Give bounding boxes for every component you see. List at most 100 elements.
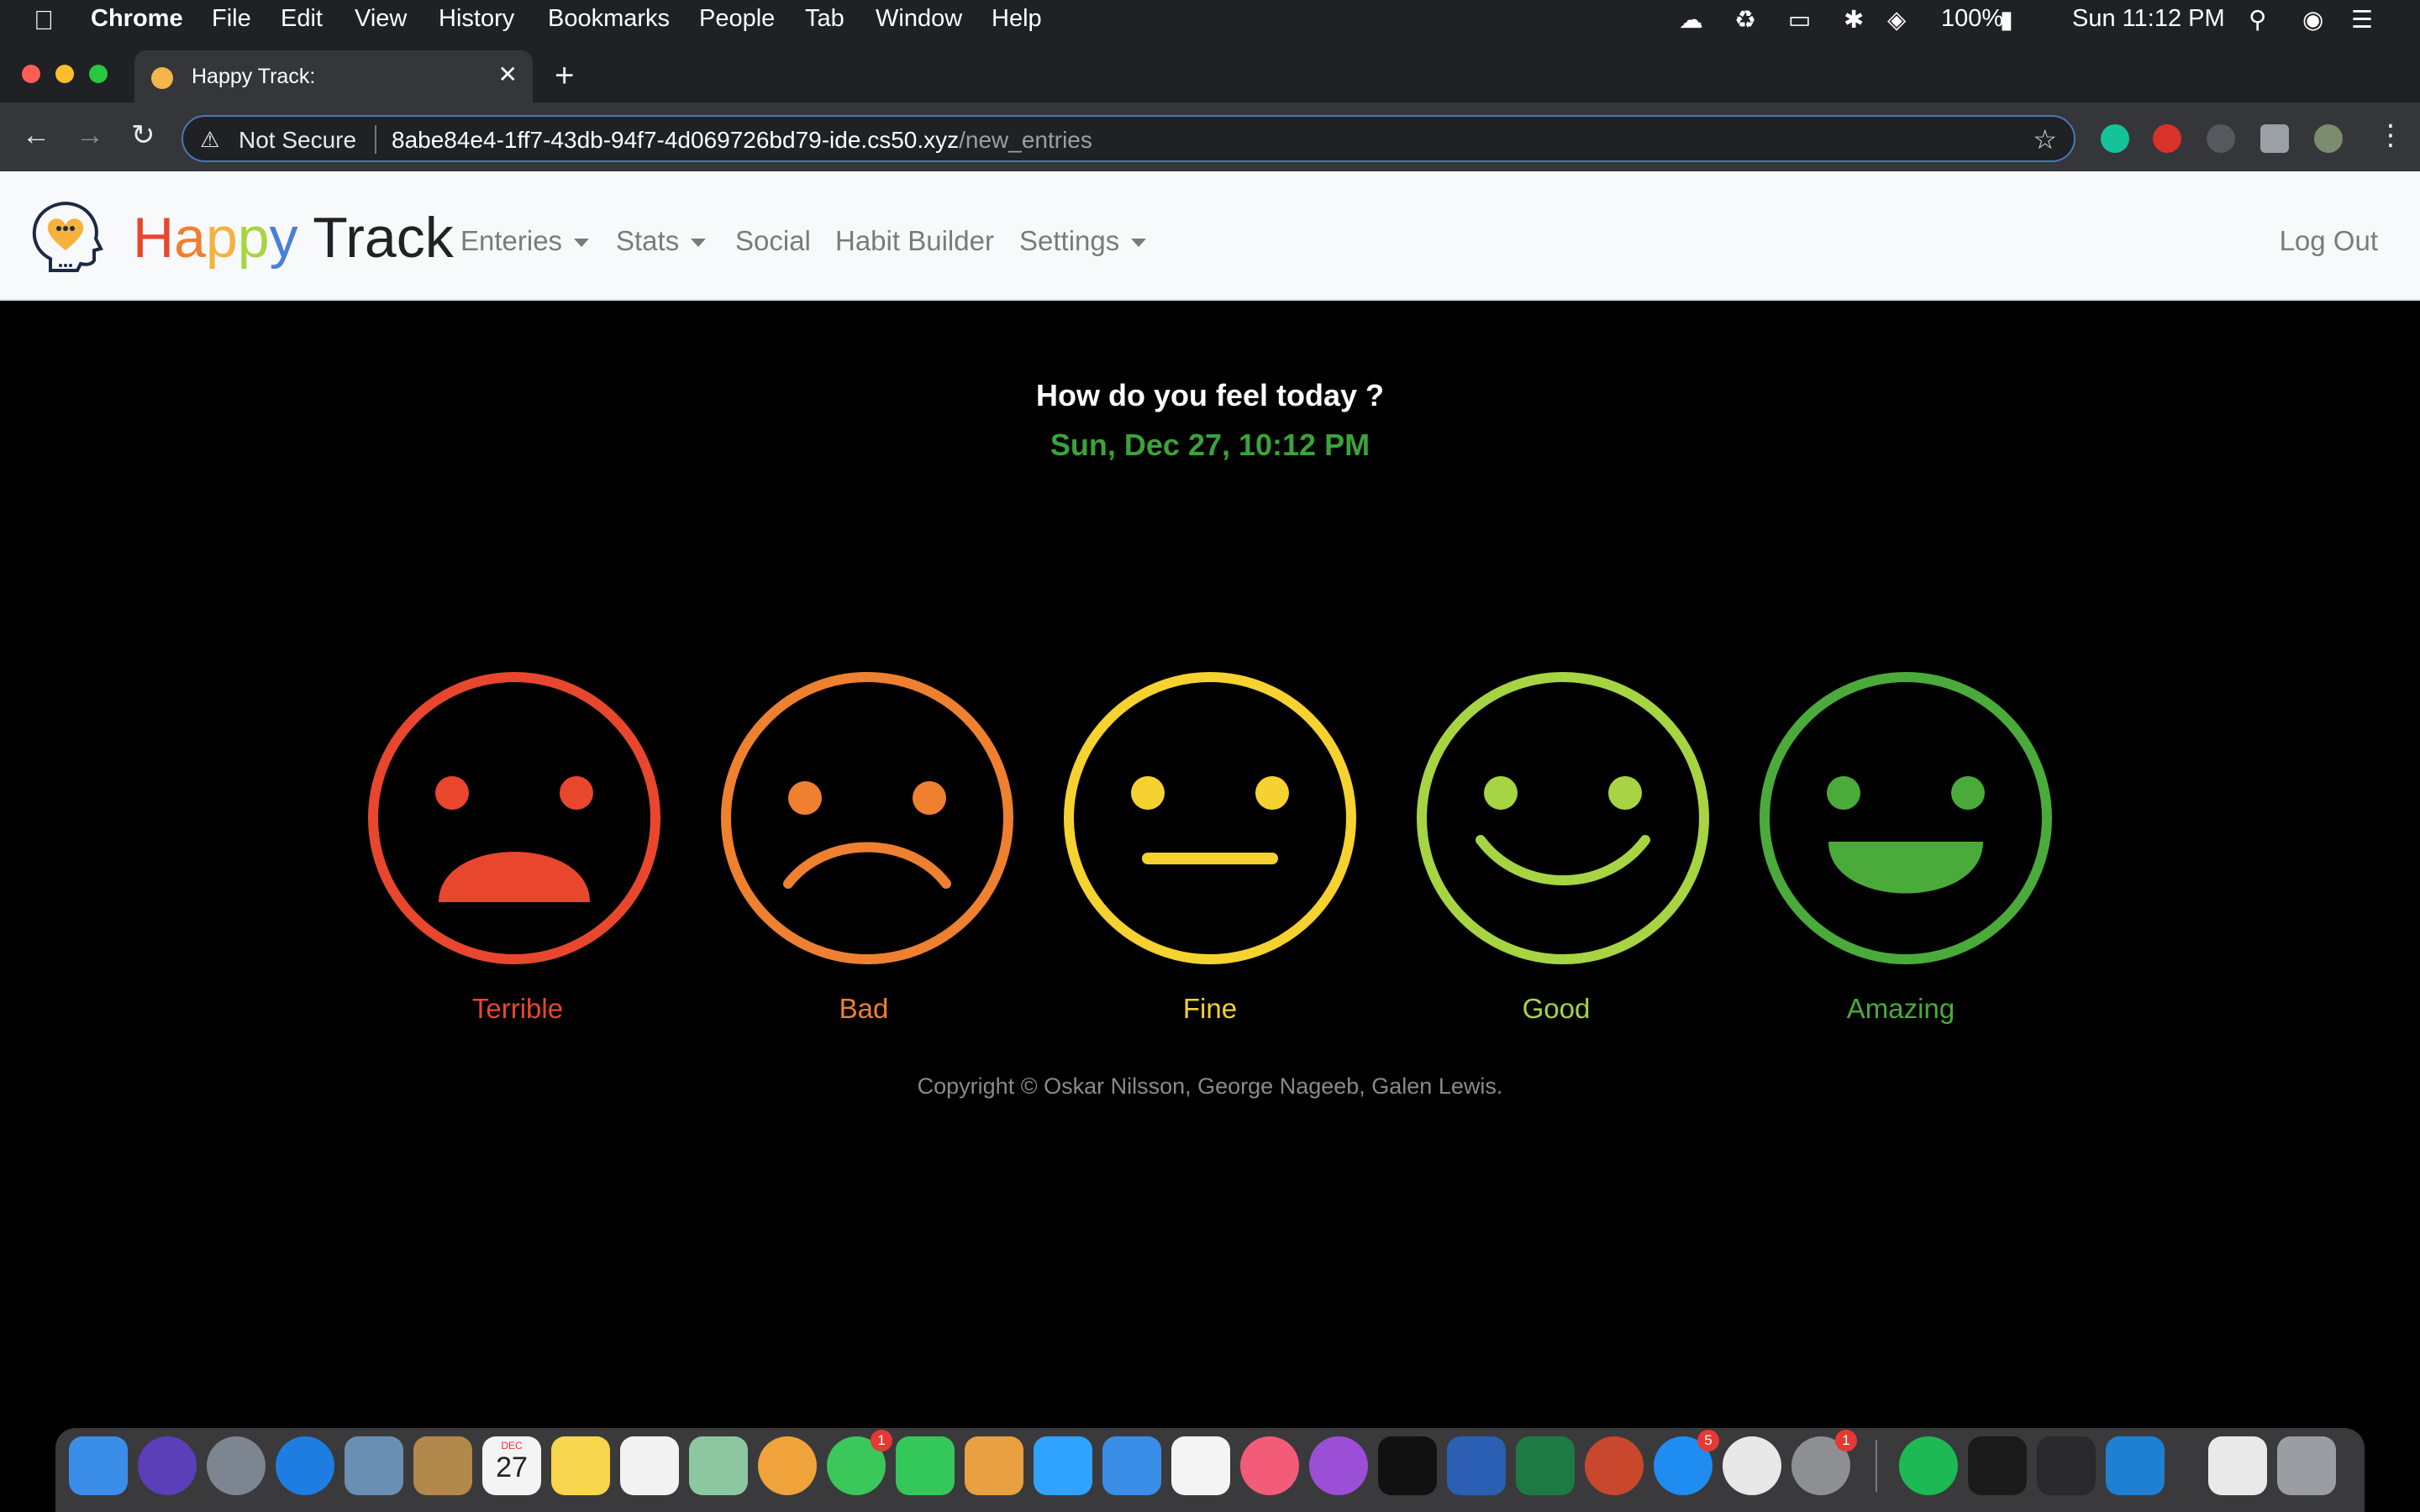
- acrobat-icon[interactable]: [2037, 1436, 2096, 1495]
- url-path: /new_entries: [959, 127, 1092, 153]
- finder-icon[interactable]: [69, 1436, 128, 1495]
- copyright-footer: Copyright © Oskar Nilsson, George Nageeb…: [917, 1074, 1503, 1099]
- podcasts-icon[interactable]: [1309, 1436, 1368, 1495]
- reload-button[interactable]: ↻: [131, 121, 155, 150]
- url-text[interactable]: 8abe84e4-1ff7-43db-94f7-4d069726bd79-ide…: [392, 127, 1092, 154]
- mood-label-fine[interactable]: Fine: [1042, 993, 1378, 1025]
- siri-app-icon[interactable]: [138, 1436, 197, 1495]
- entry-datetime: Sun, Dec 27, 10:12 PM: [1050, 428, 1370, 462]
- trash-icon[interactable]: [2277, 1436, 2336, 1495]
- nav-entries-dropdown[interactable]: Enteries: [460, 225, 590, 257]
- site-navbar: Happy Track Enteries Stats Social Habit …: [0, 171, 2420, 301]
- dropdown-caret-icon: [574, 239, 590, 248]
- amazing-face-icon[interactable]: [1754, 667, 2057, 969]
- nav-settings-dropdown[interactable]: Settings: [1019, 225, 1147, 257]
- menu-app-name[interactable]: Chrome: [91, 5, 183, 33]
- facetime-icon[interactable]: [896, 1436, 955, 1495]
- apple-tv-icon[interactable]: [1378, 1436, 1437, 1495]
- menu-people[interactable]: People: [699, 5, 775, 33]
- nav-habit-builder-link[interactable]: Habit Builder: [835, 225, 994, 257]
- address-bar[interactable]: ⚠ Not Secure 8abe84e4-1ff7-43db-94f7-4d0…: [182, 115, 2075, 162]
- new-tab-button[interactable]: +: [555, 59, 574, 92]
- notes-icon[interactable]: [551, 1436, 610, 1495]
- vscode-icon[interactable]: [2106, 1436, 2165, 1495]
- window-close-button[interactable]: [22, 65, 40, 83]
- photos-icon[interactable]: [758, 1436, 817, 1495]
- notification-center-icon[interactable]: ☰: [2351, 5, 2373, 34]
- good-face-icon[interactable]: [1412, 667, 1714, 969]
- shield-extension-icon[interactable]: [2207, 124, 2235, 153]
- fine-face-icon[interactable]: [1059, 667, 1361, 969]
- safari-icon[interactable]: [276, 1436, 334, 1495]
- system-preferences-badge: 1: [1835, 1430, 1857, 1452]
- menu-bookmarks[interactable]: Bookmarks: [548, 5, 670, 33]
- logout-link[interactable]: Log Out: [2280, 225, 2378, 257]
- maps-icon[interactable]: [689, 1436, 748, 1495]
- terrible-face-icon[interactable]: [363, 667, 666, 969]
- mood-label-terrible[interactable]: Terrible: [350, 993, 686, 1025]
- tab-close-icon[interactable]: ✕: [498, 60, 518, 88]
- nav-habit-builder-label: Habit Builder: [835, 225, 994, 256]
- apple-menu-icon[interactable]: : [34, 5, 54, 36]
- reminders-icon[interactable]: [620, 1436, 679, 1495]
- security-status[interactable]: Not Secure: [239, 127, 356, 154]
- menu-help[interactable]: Help: [992, 5, 1042, 33]
- bad-face-icon[interactable]: [716, 667, 1018, 969]
- window-zoom-button[interactable]: [89, 65, 108, 83]
- browser-tab[interactable]: Happy Track: ✕: [134, 50, 533, 102]
- mail-icon[interactable]: [345, 1436, 403, 1495]
- adblock-extension-icon[interactable]: [2153, 124, 2181, 153]
- wifi-icon[interactable]: ◈: [1887, 5, 1906, 34]
- menu-history[interactable]: History: [439, 5, 514, 33]
- happy-track-logo-icon[interactable]: [25, 197, 106, 277]
- menu-clock[interactable]: Sun 11:12 PM: [2072, 5, 2225, 33]
- menu-view[interactable]: View: [355, 5, 407, 33]
- pages-icon[interactable]: [965, 1436, 1023, 1495]
- spotlight-search-icon[interactable]: ⚲: [2249, 5, 2266, 34]
- mood-label-bad[interactable]: Bad: [696, 993, 1032, 1025]
- grammarly-extension-icon[interactable]: [2101, 124, 2129, 153]
- profile-avatar[interactable]: [2314, 124, 2343, 153]
- archive-file-icon[interactable]: [2208, 1436, 2267, 1495]
- extensions-puzzle-icon[interactable]: [2260, 124, 2289, 153]
- excel-icon[interactable]: [1516, 1436, 1575, 1495]
- news-icon[interactable]: [1171, 1436, 1230, 1495]
- menu-tab[interactable]: Tab: [805, 5, 844, 33]
- keynote-icon[interactable]: [1102, 1436, 1161, 1495]
- chrome-icon[interactable]: [1723, 1436, 1781, 1495]
- airplay-icon[interactable]: ▭: [1788, 5, 1811, 34]
- launchpad-icon[interactable]: [207, 1436, 266, 1495]
- mood-label-amazing[interactable]: Amazing: [1733, 993, 2069, 1025]
- bookmark-star-icon[interactable]: ☆: [2033, 123, 2057, 155]
- numbers-icon[interactable]: [1034, 1436, 1092, 1495]
- brand-letter: y: [269, 206, 298, 270]
- spotify-icon[interactable]: [1899, 1436, 1958, 1495]
- creative-cloud-icon[interactable]: ☁: [1679, 5, 1703, 34]
- calendar-icon[interactable]: DEC 27: [482, 1436, 541, 1495]
- mood-label-good[interactable]: Good: [1388, 993, 1724, 1025]
- terminal-icon[interactable]: [1968, 1436, 2027, 1495]
- menu-file[interactable]: File: [212, 5, 251, 33]
- brand-track: Track: [313, 206, 454, 270]
- forward-button[interactable]: →: [76, 121, 104, 150]
- contacts-icon[interactable]: [413, 1436, 472, 1495]
- back-button[interactable]: ←: [22, 121, 50, 150]
- menu-edit[interactable]: Edit: [281, 5, 323, 33]
- battery-icon[interactable]: ▮: [2000, 5, 2013, 34]
- brand-title[interactable]: Happy Track: [133, 205, 454, 270]
- omnibox-divider: [375, 125, 376, 154]
- nav-stats-dropdown[interactable]: Stats: [616, 225, 707, 257]
- word-icon[interactable]: [1447, 1436, 1506, 1495]
- brand-happy: Happy: [133, 206, 298, 270]
- music-icon[interactable]: [1240, 1436, 1299, 1495]
- bluetooth-icon[interactable]: ✱: [1844, 5, 1864, 34]
- nav-social-link[interactable]: Social: [735, 225, 811, 257]
- siri-icon[interactable]: ◉: [2302, 5, 2323, 34]
- web-page: Happy Track Enteries Stats Social Habit …: [0, 171, 2420, 1423]
- brand-letter: p: [205, 206, 238, 270]
- powerpoint-icon[interactable]: [1585, 1436, 1644, 1495]
- sync-status-icon[interactable]: ♻: [1734, 5, 1756, 34]
- window-minimize-button[interactable]: [55, 65, 74, 83]
- chrome-menu-icon[interactable]: ⋮: [2376, 121, 2405, 150]
- menu-window[interactable]: Window: [876, 5, 962, 33]
